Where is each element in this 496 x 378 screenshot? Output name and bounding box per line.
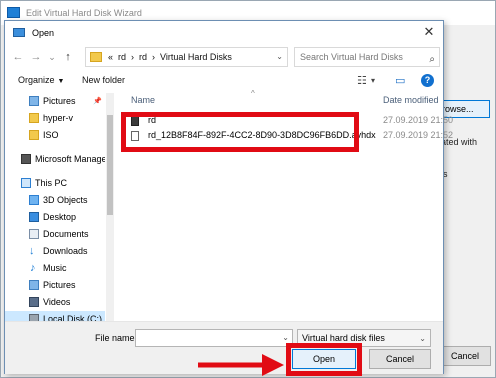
folder-icon <box>29 130 39 140</box>
folder-icon <box>29 113 39 123</box>
highlight-box-open <box>286 343 362 376</box>
download-icon: ↓ <box>29 245 35 257</box>
new-folder-button[interactable]: New folder <box>82 75 125 85</box>
computer-icon <box>21 178 31 188</box>
nav-label: ISO <box>43 130 59 140</box>
wizard-cancel-button[interactable]: Cancel <box>439 346 491 366</box>
nav-item-this-pc[interactable]: This PC <box>5 175 105 192</box>
pictures-icon <box>29 280 39 290</box>
nav-label: Pictures <box>43 96 76 106</box>
column-header-date[interactable]: Date modified <box>383 95 439 105</box>
chevron-down-icon[interactable]: ⌄ <box>282 333 289 342</box>
nav-item-pictures[interactable]: Pictures <box>5 277 105 294</box>
pin-icon: 📌 <box>93 98 102 105</box>
nav-label: Microsoft Manage <box>35 154 105 164</box>
wizard-app-icon <box>7 7 20 18</box>
sort-ascending-icon: ^ <box>251 89 255 98</box>
nav-label: Music <box>43 263 67 273</box>
nav-item-pictures-quick[interactable]: Pictures 📌 <box>5 93 105 110</box>
nav-item-music[interactable]: ♪ Music <box>5 260 105 277</box>
navigation-bar: ← → ⌄ ↑ « rd › rd › Virtual Hard Disks ⌄… <box>5 47 443 69</box>
nav-item-microsoft-manage[interactable]: Microsoft Manage <box>5 151 105 168</box>
back-arrow-icon[interactable]: ← <box>11 50 25 64</box>
folder-icon <box>90 52 102 62</box>
nav-label: Pictures <box>43 280 76 290</box>
chevron-down-icon[interactable]: ⌄ <box>276 52 283 61</box>
highlight-box-files <box>121 112 359 152</box>
file-type-value: Virtual hard disk files <box>302 333 385 343</box>
preview-pane-icon[interactable]: ▭ <box>395 74 405 87</box>
nav-label: 3D Objects <box>43 195 88 205</box>
scrollbar-thumb[interactable] <box>107 115 113 215</box>
search-icon[interactable]: ⌕ <box>429 51 435 69</box>
navpane-scrollbar[interactable] <box>106 93 114 321</box>
organize-label: Organize <box>18 75 55 85</box>
file-date: 27.09.2019 21:52 <box>383 130 454 140</box>
nav-item-documents[interactable]: Documents <box>5 226 105 243</box>
video-icon <box>29 297 39 307</box>
file-name-input[interactable]: ⌄ <box>135 329 293 347</box>
cancel-button[interactable]: Cancel <box>369 349 431 369</box>
server-icon <box>21 154 31 164</box>
nav-item-videos[interactable]: Videos <box>5 294 105 311</box>
music-icon: ♪ <box>30 262 36 274</box>
nav-label: Documents <box>43 229 89 239</box>
address-bar[interactable]: « rd › rd › Virtual Hard Disks ⌄ <box>85 47 288 67</box>
nav-label: Videos <box>43 297 71 307</box>
nav-item-hyper-v[interactable]: hyper-v <box>5 110 105 127</box>
dialog-app-icon <box>13 28 25 37</box>
nav-item-downloads[interactable]: ↓ Downloads <box>5 243 105 260</box>
view-options-icon[interactable]: ☷ <box>357 74 367 87</box>
caret-down-icon: ▼ <box>57 78 65 85</box>
pictures-icon <box>29 96 39 106</box>
dialog-titlebar: Open ✕ <box>5 21 443 45</box>
close-icon[interactable]: ✕ <box>421 24 437 40</box>
help-icon[interactable]: ? <box>421 74 434 87</box>
recent-locations-chevron-icon[interactable]: ⌄ <box>45 50 59 64</box>
file-name-label: File name: <box>95 333 138 343</box>
open-dialog: Open ✕ ← → ⌄ ↑ « rd › rd › Virtual Hard … <box>4 20 453 374</box>
search-input[interactable]: Search Virtual Hard Disks ⌕ <box>294 47 440 67</box>
organize-menu[interactable]: Organize ▼ <box>18 75 64 85</box>
file-date: 27.09.2019 21:50 <box>383 115 454 125</box>
command-toolbar: Organize ▼ New folder ☷ ▾ ▭ ? <box>5 71 443 91</box>
nav-label: hyper-v <box>43 113 74 123</box>
view-caret-icon[interactable]: ▾ <box>371 76 375 85</box>
wizard-title: Edit Virtual Hard Disk Wizard <box>26 8 142 18</box>
navigation-pane: Pictures 📌 hyper-v ISO Microsoft Manage … <box>5 93 113 328</box>
address-path: « rd › rd › Virtual Hard Disks <box>108 52 232 62</box>
column-header-name[interactable]: Name <box>131 95 155 105</box>
document-icon <box>29 229 39 239</box>
cube-icon <box>29 195 39 205</box>
nav-label: This PC <box>35 178 68 188</box>
dialog-title: Open <box>32 28 55 38</box>
red-arrow-icon <box>198 354 284 376</box>
nav-item-3d-objects[interactable]: 3D Objects <box>5 192 105 209</box>
up-arrow-icon[interactable]: ↑ <box>61 50 75 64</box>
chevron-down-icon: ⌄ <box>419 334 426 343</box>
nav-item-iso[interactable]: ISO <box>5 127 105 144</box>
nav-label: Desktop <box>43 212 77 222</box>
forward-arrow-icon[interactable]: → <box>29 50 43 64</box>
search-placeholder: Search Virtual Hard Disks <box>300 52 403 62</box>
nav-label: Downloads <box>43 246 88 256</box>
nav-item-desktop[interactable]: Desktop <box>5 209 105 226</box>
desktop-icon <box>29 212 39 222</box>
